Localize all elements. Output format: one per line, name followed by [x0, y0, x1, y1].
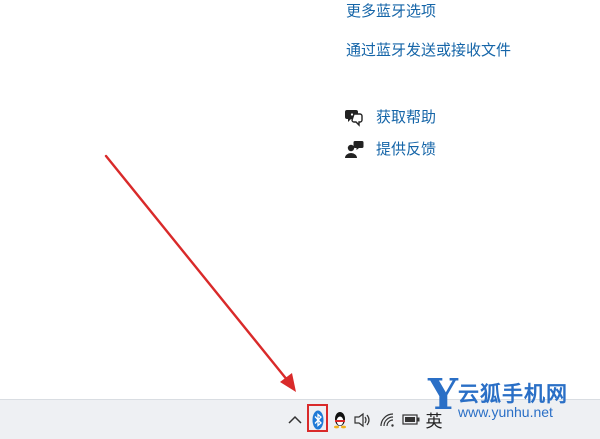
volume-tray-button[interactable] — [353, 400, 373, 439]
annotation-arrow — [104, 154, 296, 392]
site-watermark: Y 云狐手机网 www.yunhu.net — [428, 374, 600, 428]
help-chat-icon — [344, 107, 364, 127]
more-bluetooth-options-link[interactable]: 更多蓝牙选项 — [346, 0, 436, 21]
get-help-row[interactable]: 获取帮助 — [344, 106, 436, 127]
give-feedback-label: 提供反馈 — [376, 140, 437, 158]
watermark-logo-letter: Y — [428, 370, 458, 419]
show-hidden-icons-button[interactable] — [286, 400, 304, 439]
speaker-icon — [354, 412, 370, 427]
send-receive-files-link[interactable]: 通过蓝牙发送或接收文件 — [346, 39, 511, 60]
qq-tray-button[interactable] — [331, 400, 349, 439]
battery-icon — [402, 414, 420, 425]
qq-penguin-icon — [334, 411, 346, 428]
chevron-up-icon — [288, 415, 302, 424]
watermark-url: www.yunhu.net — [458, 404, 553, 420]
bluetooth-highlight-box — [307, 404, 328, 432]
network-tray-button[interactable] — [379, 400, 397, 439]
give-feedback-row[interactable]: 提供反馈 — [344, 138, 436, 159]
feedback-person-icon — [344, 139, 364, 159]
get-help-label: 获取帮助 — [376, 108, 437, 126]
battery-tray-button[interactable] — [401, 400, 421, 439]
wifi-icon — [380, 412, 394, 427]
